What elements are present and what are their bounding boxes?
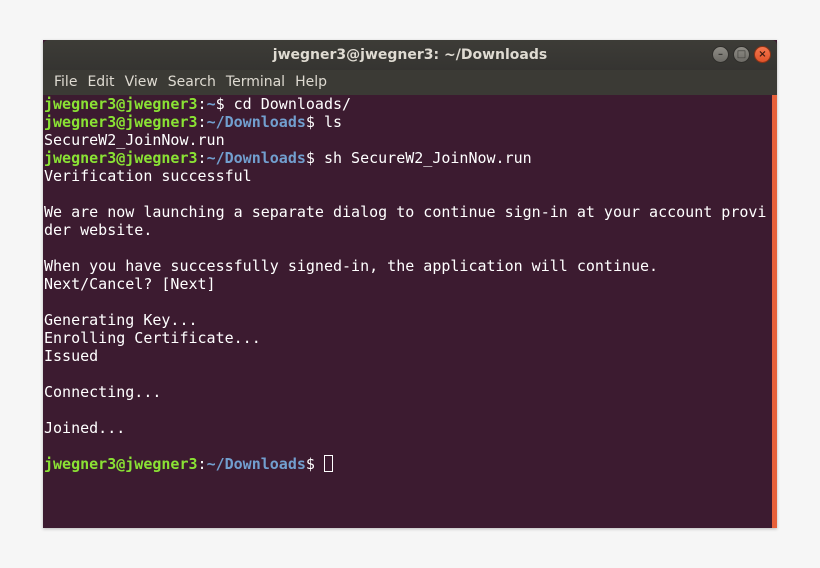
output-line: Next/Cancel? [Next]: [44, 275, 216, 293]
prompt-user: jwegner3@jwegner3: [44, 113, 198, 131]
prompt-path: ~/Downloads: [206, 149, 306, 167]
window-title: jwegner3@jwegner3: ~/Downloads: [272, 47, 548, 63]
output-line: Joined...: [44, 419, 126, 437]
menu-help[interactable]: Help: [290, 70, 332, 95]
output-line: Connecting...: [44, 383, 162, 401]
prompt-colon: :: [197, 95, 207, 113]
prompt-colon: :: [197, 149, 207, 167]
window-controls: – □ ×: [712, 46, 771, 63]
text-cursor[interactable]: [323, 455, 333, 472]
output-line: When you have successfully signed-in, th…: [44, 257, 659, 275]
prompt-symbol: $: [215, 95, 225, 113]
prompt-path: ~/Downloads: [206, 113, 306, 131]
prompt-user: jwegner3@jwegner3: [44, 95, 198, 113]
prompt-user: jwegner3@jwegner3: [44, 455, 198, 473]
prompt-colon: :: [197, 113, 207, 131]
terminal-line: jwegner3@jwegner3:~/Downloads$ sh Secure…: [44, 149, 772, 167]
terminal-output[interactable]: jwegner3@jwegner3:~$ cd Downloads/ jwegn…: [43, 95, 772, 528]
prompt-colon: :: [197, 455, 207, 473]
command-text: ls: [314, 113, 343, 131]
output-line: Issued: [44, 347, 99, 365]
menu-bar: File Edit View Search Terminal Help: [43, 70, 777, 95]
prompt-user: jwegner3@jwegner3: [44, 149, 198, 167]
terminal-line: jwegner3@jwegner3:~/Downloads$: [44, 455, 772, 473]
menu-view[interactable]: View: [120, 70, 163, 95]
prompt-symbol: $: [305, 113, 315, 131]
maximize-icon[interactable]: □: [733, 46, 750, 63]
menu-search[interactable]: Search: [163, 70, 221, 95]
output-line: Verification successful: [44, 167, 252, 185]
output-line: der website.: [44, 221, 153, 239]
output-line: We are now launching a separate dialog t…: [44, 203, 767, 221]
prompt-symbol: $: [305, 455, 315, 473]
menu-terminal[interactable]: Terminal: [221, 70, 290, 95]
menu-edit[interactable]: Edit: [82, 70, 119, 95]
prompt-symbol: $: [305, 149, 315, 167]
command-text: cd Downloads/: [224, 95, 352, 113]
command-text: sh SecureW2_JoinNow.run: [314, 149, 532, 167]
output-line: SecureW2_JoinNow.run: [44, 131, 225, 149]
prompt-path: ~/Downloads: [206, 455, 306, 473]
menu-file[interactable]: File: [49, 70, 82, 95]
close-icon[interactable]: ×: [754, 46, 771, 63]
terminal-line: jwegner3@jwegner3:~/Downloads$ ls: [44, 113, 772, 131]
output-line: Enrolling Certificate...: [44, 329, 261, 347]
scrollbar[interactable]: [772, 95, 777, 528]
terminal-line: jwegner3@jwegner3:~$ cd Downloads/: [44, 95, 772, 113]
output-line: Generating Key...: [44, 311, 198, 329]
prompt-path: ~: [206, 95, 216, 113]
minimize-icon[interactable]: –: [712, 46, 729, 63]
terminal-window: jwegner3@jwegner3: ~/Downloads – □ × Fil…: [43, 40, 777, 528]
title-bar[interactable]: jwegner3@jwegner3: ~/Downloads – □ ×: [43, 40, 777, 70]
